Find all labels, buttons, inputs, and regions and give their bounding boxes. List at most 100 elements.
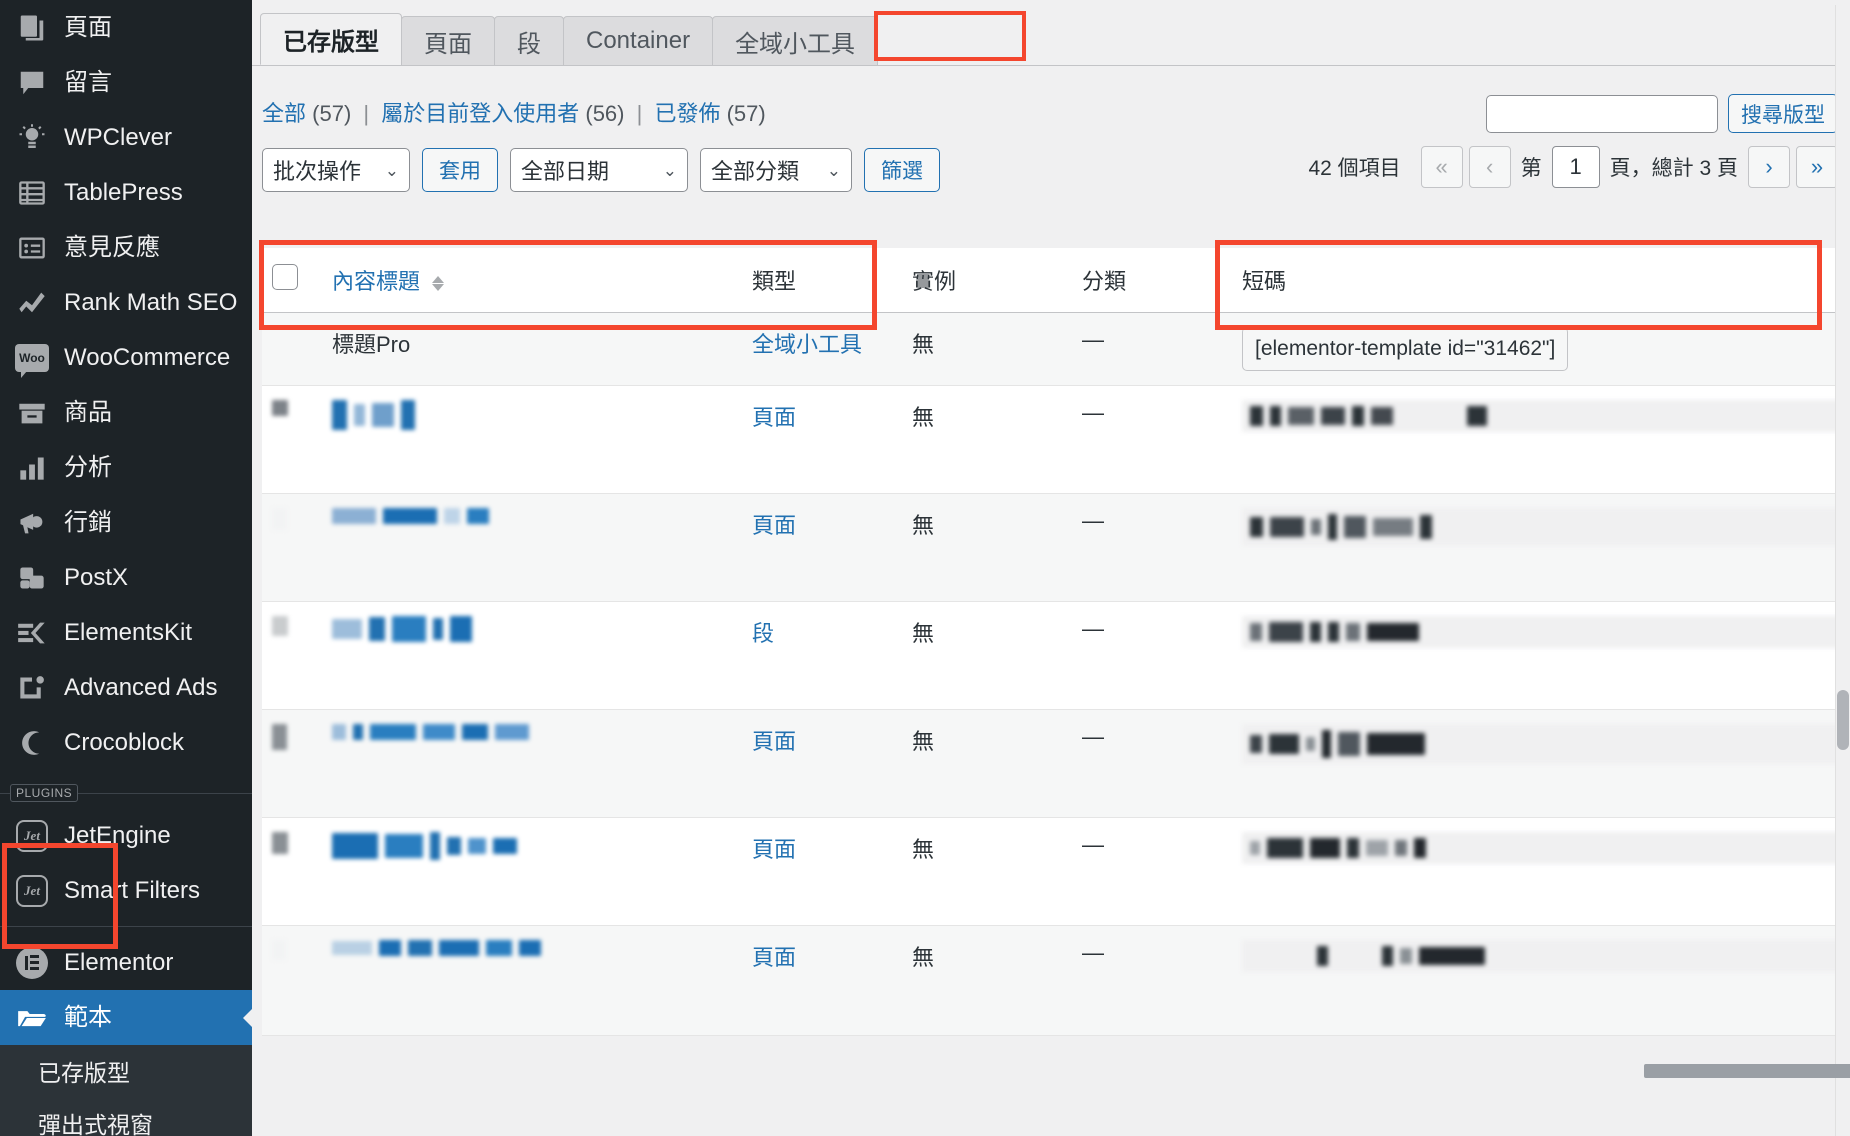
bulk-actions-select[interactable]: 批次操作 ⌄ (262, 148, 410, 192)
row-type-cell[interactable]: 全域小工具 (742, 312, 902, 386)
row-title-cell[interactable] (322, 817, 742, 926)
row-shortcode-cell[interactable] (1232, 709, 1850, 818)
tab-global-widgets[interactable]: 全域小工具 (712, 16, 879, 65)
sidebar-item-jetengine[interactable]: Jet JetEngine (0, 808, 252, 863)
row-shortcode-cell[interactable] (1232, 925, 1850, 1036)
row-type-link[interactable]: 全域小工具 (752, 332, 862, 357)
search-input[interactable] (1486, 94, 1718, 133)
row-checkbox-cell[interactable] (262, 709, 322, 818)
row-checkbox-cell[interactable] (262, 312, 322, 386)
sort-arrows-icon[interactable] (432, 275, 445, 291)
sidebar-subitem-popups[interactable]: 彈出式視窗 (0, 1097, 252, 1136)
row-type-cell[interactable]: 頁面 (742, 925, 902, 1036)
row-checkbox-cell[interactable] (262, 385, 322, 494)
filter-link-mine[interactable]: 屬於目前登入使用者 (381, 101, 579, 126)
row-shortcode-cell[interactable] (1232, 385, 1850, 494)
sidebar-item-crocoblock[interactable]: Crocoblock (0, 715, 252, 770)
filter-link-published[interactable]: 已發佈 (654, 101, 720, 126)
redacted-shortcode (1242, 400, 1850, 432)
sidebar-item-tablepress[interactable]: TablePress (0, 165, 252, 220)
row-type-cell[interactable]: 頁面 (742, 385, 902, 494)
row-type-link[interactable]: 段 (752, 621, 774, 646)
tab-sections[interactable]: 段 (494, 16, 564, 65)
row-type-link[interactable]: 頁面 (752, 405, 796, 430)
row-type-link[interactable]: 頁面 (752, 729, 796, 754)
row-instance-cell: 無 (902, 312, 1072, 386)
tab-saved-templates[interactable]: 已存版型 (260, 13, 402, 65)
last-page-button[interactable]: » (1796, 146, 1838, 188)
select-all-checkbox[interactable] (272, 264, 298, 290)
shortcode-value[interactable]: [elementor-template id="31462"] (1242, 327, 1569, 371)
sidebar-item-products[interactable]: 商品 (0, 385, 252, 440)
table-row[interactable]: 標題Pro 全域小工具 無 — [elementor-template id="… (262, 312, 1850, 386)
row-checkbox-cell[interactable] (262, 601, 322, 710)
tab-container[interactable]: Container (563, 16, 714, 65)
tab-pages[interactable]: 頁面 (401, 16, 495, 65)
table-row[interactable]: 段 無 — (262, 601, 1850, 710)
filter-link-all[interactable]: 全部 (262, 101, 306, 126)
row-title-cell[interactable] (322, 601, 742, 710)
search-templates-button[interactable]: 搜尋版型 (1728, 94, 1838, 133)
row-checkbox-cell[interactable] (262, 817, 322, 926)
horizontal-scrollbar[interactable] (1644, 1064, 1850, 1078)
sidebar-item-label: Elementor (64, 948, 174, 976)
prev-page-button[interactable]: ‹ (1468, 146, 1511, 188)
filter-button[interactable]: 篩選 (864, 148, 940, 192)
row-shortcode-cell[interactable] (1232, 817, 1850, 926)
sidebar-item-pages[interactable]: 頁面 (0, 0, 252, 55)
table-row[interactable]: 頁面 無 — (262, 385, 1850, 494)
column-header-title-label[interactable]: 內容標題 (332, 269, 420, 294)
sidebar-item-templates[interactable]: 範本 (0, 990, 252, 1045)
table-row[interactable]: 頁面 無 — (262, 925, 1850, 1036)
pagination: 42 個項目 « ‹ 第 頁，總計 3 頁 › » (1308, 146, 1838, 188)
first-page-button[interactable]: « (1420, 146, 1463, 188)
table-row[interactable]: 頁面 無 — (262, 817, 1850, 926)
sidebar-item-elementor[interactable]: Elementor (0, 935, 252, 990)
table-row[interactable]: 頁面 無 — (262, 709, 1850, 818)
next-page-button[interactable]: › (1748, 146, 1790, 188)
postx-icon (10, 561, 54, 595)
category-filter-select[interactable]: 全部分類 ⌄ (700, 148, 852, 192)
current-page-input[interactable] (1551, 146, 1600, 188)
row-type-cell[interactable]: 段 (742, 601, 902, 710)
sidebar-item-wpclever[interactable]: WPClever (0, 110, 252, 165)
row-shortcode-cell[interactable]: [elementor-template id="31462"] (1232, 312, 1850, 386)
vertical-scrollbar-track[interactable] (1835, 0, 1850, 1136)
row-checkbox-cell[interactable] (262, 493, 322, 602)
row-type-link[interactable]: 頁面 (752, 945, 796, 970)
templates-table: 內容標題 類型 實例 分類 短碼 標題Pro 全域小工具 無 — [elemen… (262, 248, 1850, 1036)
sidebar-subitem-saved-templates[interactable]: 已存版型 (0, 1045, 252, 1097)
row-type-link[interactable]: 頁面 (752, 837, 796, 862)
vertical-scrollbar-thumb[interactable] (1837, 690, 1849, 750)
sidebar-item-rank-math-seo[interactable]: Rank Math SEO (0, 275, 252, 330)
sidebar-item-postx[interactable]: PostX (0, 550, 252, 605)
sidebar-item-woocommerce[interactable]: Woo WooCommerce (0, 330, 252, 385)
filter-label: 篩選 (881, 160, 923, 183)
row-checkbox-cell[interactable] (262, 925, 322, 1036)
date-filter-select[interactable]: 全部日期 ⌄ (510, 148, 688, 192)
row-title-cell[interactable] (322, 925, 742, 1036)
row-type-cell[interactable]: 頁面 (742, 493, 902, 602)
tab-label: 頁面 (424, 30, 472, 58)
sidebar-item-comments[interactable]: 留言 (0, 55, 252, 110)
category-filter-value: 全部分類 (711, 159, 800, 184)
table-row[interactable]: 頁面 無 — (262, 493, 1850, 602)
sidebar-item-advanced-ads[interactable]: Advanced Ads (0, 660, 252, 715)
row-shortcode-cell[interactable] (1232, 493, 1850, 602)
row-title-cell[interactable] (322, 493, 742, 602)
row-type-cell[interactable]: 頁面 (742, 709, 902, 818)
sidebar-item-analytics[interactable]: 分析 (0, 440, 252, 495)
row-title-cell[interactable]: 標題Pro (322, 312, 742, 386)
apply-button[interactable]: 套用 (422, 148, 498, 192)
row-title-cell[interactable] (322, 385, 742, 494)
row-type-cell[interactable]: 頁面 (742, 817, 902, 926)
sidebar-item-feedback[interactable]: 意見反應 (0, 220, 252, 275)
column-header-title[interactable]: 內容標題 (322, 248, 742, 313)
sidebar-item-marketing[interactable]: 行銷 (0, 495, 252, 550)
row-shortcode-cell[interactable] (1232, 601, 1850, 710)
sidebar-item-elementskit[interactable]: ElementsKit (0, 605, 252, 660)
row-type-link[interactable]: 頁面 (752, 513, 796, 538)
redacted-title (332, 400, 732, 430)
sidebar-item-smart-filters[interactable]: Jet Smart Filters (0, 863, 252, 918)
row-title-cell[interactable] (322, 709, 742, 818)
